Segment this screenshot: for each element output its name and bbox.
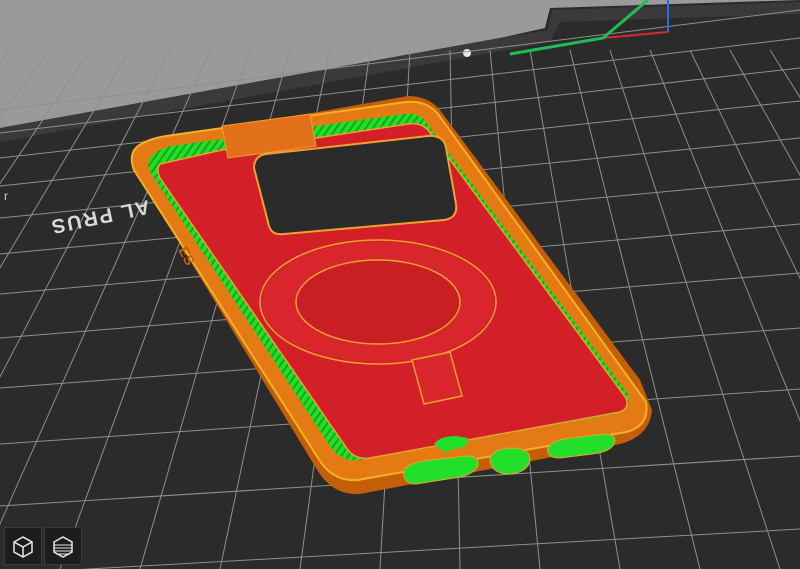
3d-viewport[interactable]: AL PRUS r ES	[0, 0, 800, 569]
preview-layers-button[interactable]	[44, 527, 82, 565]
charge-port-slot	[489, 447, 531, 475]
view-3d-button[interactable]	[4, 527, 42, 565]
layers-icon	[53, 536, 73, 558]
bed-hole	[463, 49, 471, 57]
cube-icon	[13, 536, 33, 558]
magsafe-ring-inner	[295, 259, 461, 345]
bed-label-partial: r	[4, 189, 8, 203]
